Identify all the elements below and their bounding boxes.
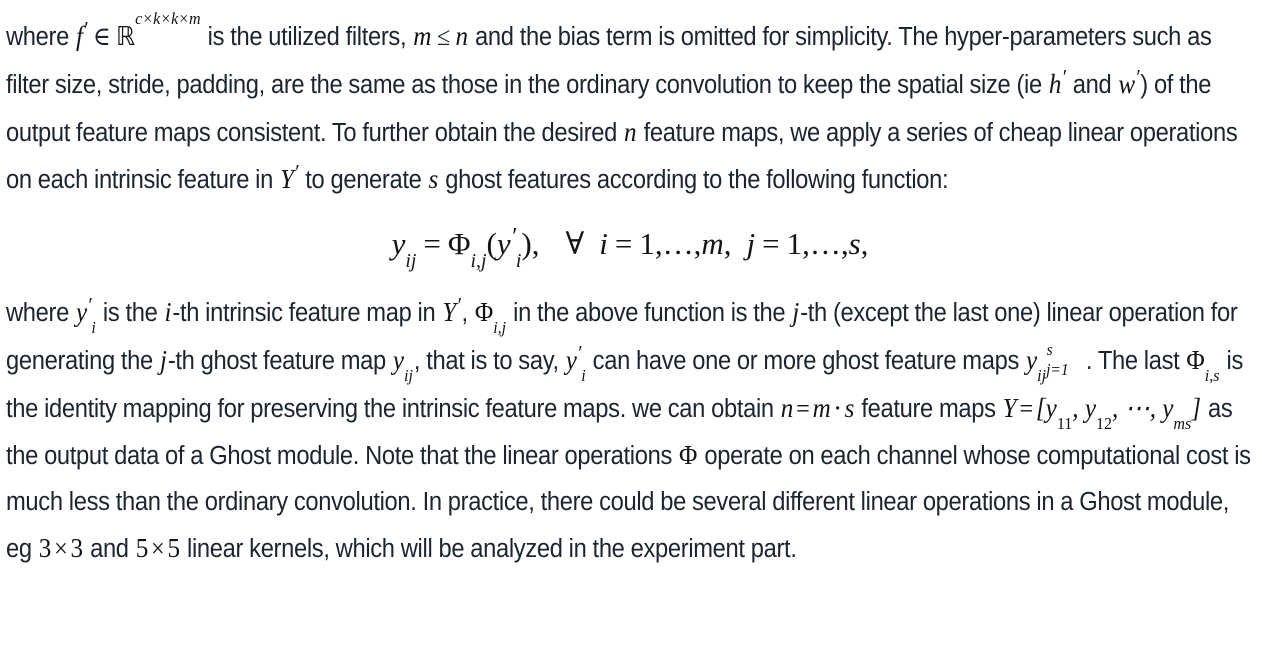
math-element-of-symbol: ∈ [92, 22, 111, 51]
eqn-phi-symbol: Φ [447, 226, 471, 261]
text-run: and [84, 535, 135, 563]
eqn-comma-2: , [723, 226, 732, 261]
math-y-prime-i: y′i [75, 293, 96, 337]
eqn-j-var: j [746, 226, 756, 261]
eqn-arg-var: y [496, 226, 511, 261]
text-run: linear kernels, which will be analyzed i… [180, 535, 797, 563]
math-superscript: c×k×k×m [135, 9, 201, 29]
eqn-lhs-subscript: ij [405, 249, 417, 272]
document-page: where f′ ∈ ℝc×k×k×m is the utilized filter… [0, 0, 1262, 672]
math-m: m [413, 21, 432, 51]
math-n-equals-m-dot-s: n = m ⋅ s [780, 393, 855, 423]
text-run: can have one or more ghost feature maps [586, 347, 1026, 375]
eqn-i-end: m [701, 226, 724, 261]
math-i-index: i [164, 297, 172, 327]
eqn-close-paren: ) [521, 226, 532, 261]
math-phi-is: Φi,s [1186, 345, 1220, 385]
eqn-j-dots: ,…, [802, 226, 849, 261]
eqn-i-equals: = [614, 226, 633, 261]
math-h-prime: h′ [1048, 65, 1066, 99]
eqn-i-start: 1 [639, 226, 655, 261]
math-kernel-3x3: 3 × 3 [38, 533, 84, 563]
text-run: is the [96, 299, 164, 327]
math-stacked-limits: s j=1 [1046, 339, 1069, 380]
math-phi-ij: Φi,j [474, 297, 507, 337]
eqn-arg-subscript: i [515, 249, 522, 272]
math-n: n [455, 21, 469, 51]
paragraph-intro: where f′ ∈ ℝc×k×k×m is the utilized filter… [6, 0, 1254, 204]
text-run: -th intrinsic feature map in [172, 299, 442, 327]
text-run: feature maps [855, 395, 1002, 423]
math-Y-prime: Y′ [442, 293, 461, 327]
text-run: where [6, 23, 76, 51]
text-run: , that is to say, [413, 347, 565, 375]
math-kernel-5x5: 5 × 5 [135, 533, 181, 563]
eqn-forall-symbol: ∀ [565, 226, 585, 261]
text-run: and [1066, 71, 1118, 99]
text-run: where [6, 299, 76, 327]
math-y-prime-i-2: y′i [565, 341, 586, 385]
text-run: in the above function is the [507, 299, 792, 327]
math-j-index-2: j [159, 345, 167, 375]
eqn-j-start: 1 [786, 226, 803, 261]
eqn-j-equals: = [762, 226, 780, 261]
ghost-feature-equation: yij = Φi,j(y′i), ∀ i = 1,…,m, j = 1,…,s, [391, 222, 869, 271]
math-real-numbers-set: ℝc×k×k×m [116, 9, 201, 52]
eqn-j-end: s [848, 226, 861, 261]
math-f-prime: f′ [75, 17, 88, 51]
eqn-phi-subscript: i,j [470, 249, 487, 272]
eqn-i-var: i [599, 226, 608, 261]
eqn-lhs-var: y [391, 226, 406, 261]
math-j-index: j [792, 297, 800, 327]
display-equation-container: yij = Φi,j(y′i), ∀ i = 1,…,m, j = 1,…,s, [6, 204, 1254, 282]
text-run: , [461, 299, 474, 327]
eqn-comma-1: , [531, 226, 540, 261]
eqn-open-paren: ( [486, 226, 497, 261]
eqn-arg-prime: ′ [510, 222, 517, 250]
math-phi-symbol: Φ [678, 440, 698, 470]
text-run: ghost features according to the followin… [439, 166, 949, 194]
paragraph-explanation: where y′i is the i-th intrinsic feature … [6, 282, 1254, 572]
math-s: s [428, 164, 439, 194]
text-run: is the utilized filters, [201, 23, 413, 51]
eqn-equals-sign: = [423, 226, 441, 261]
math-Y-output-vector: Y = [y11, y12, ⋯, yms] [1002, 393, 1202, 433]
eqn-comma-3: , [860, 226, 869, 261]
math-less-equal-symbol: ≤ [436, 22, 450, 51]
math-n-desired: n [624, 117, 637, 147]
eqn-i-dots: ,…, [654, 226, 702, 261]
text-run: -th ghost feature map [167, 347, 392, 375]
text-run: to generate [299, 166, 428, 194]
math-ghost-feature-set: yij s j=1 [1025, 339, 1086, 384]
text-run: . The last [1085, 347, 1186, 375]
math-w-prime: w′ [1118, 65, 1140, 99]
math-Y-prime: Y′ [279, 160, 299, 194]
math-y-ij: yij [392, 345, 413, 385]
